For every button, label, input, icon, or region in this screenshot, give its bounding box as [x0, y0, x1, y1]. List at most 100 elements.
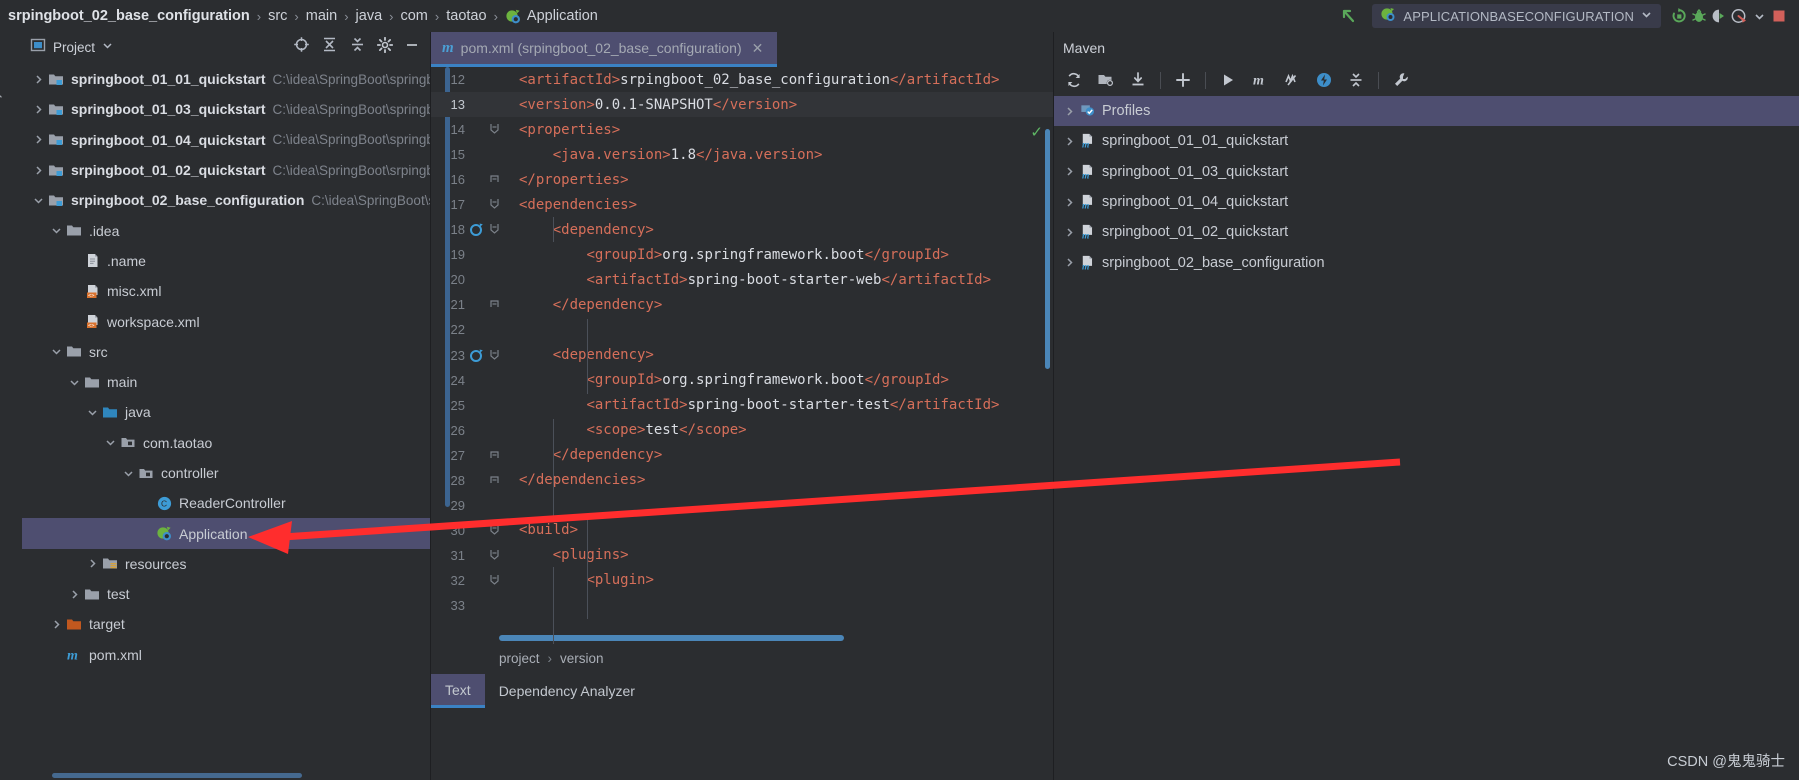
- chevron-right-icon[interactable]: [32, 133, 45, 146]
- chevron-right-icon[interactable]: [1063, 196, 1076, 209]
- code-line[interactable]: 30 <build>: [431, 518, 1053, 543]
- code-line[interactable]: 19 <groupId>org.springframework.boot</gr…: [431, 242, 1053, 267]
- project-horizontal-scrollbar[interactable]: [52, 773, 302, 778]
- reload-all-projects-icon[interactable]: [1059, 67, 1089, 93]
- code-line[interactable]: 16 </properties>: [431, 167, 1053, 192]
- chevron-right-icon[interactable]: [1063, 105, 1076, 118]
- code-line[interactable]: 20 <artifactId>spring-boot-starter-web</…: [431, 267, 1053, 292]
- code-line[interactable]: 24 <groupId>org.springframework.boot</gr…: [431, 368, 1053, 393]
- tree-node-application[interactable]: Application: [22, 518, 430, 549]
- fold-collapse-icon[interactable]: [487, 347, 501, 364]
- tree-node-test[interactable]: test: [22, 579, 430, 609]
- fold-collapse-icon[interactable]: [487, 522, 501, 539]
- code-line[interactable]: 12 <artifactId>srpingboot_02_base_configu…: [431, 67, 1053, 92]
- editor-bottom-tab-text[interactable]: Text: [431, 674, 485, 708]
- collapse-all-icon[interactable]: [349, 36, 366, 58]
- code-line[interactable]: 13 <version>0.0.1-SNAPSHOT</version>: [431, 92, 1053, 118]
- stop-icon[interactable]: [1769, 6, 1789, 26]
- editor-breadcrumb-item-project[interactable]: project: [499, 651, 540, 666]
- maven-tree-node-springboot-01-01-quickstart[interactable]: m springboot_01_01_quickstart: [1054, 126, 1799, 156]
- toggle-offline-icon[interactable]: [1309, 67, 1339, 93]
- code-line[interactable]: 22: [431, 317, 1053, 342]
- code-editor[interactable]: 12 <artifactId>srpingboot_02_base_configu…: [431, 67, 1053, 644]
- editor-breadcrumb-item-version[interactable]: version: [560, 651, 604, 666]
- chevron-right-icon[interactable]: [32, 164, 45, 177]
- tree-node-java[interactable]: java: [22, 397, 430, 427]
- chevron-down-icon[interactable]: [122, 467, 135, 480]
- add-maven-project-icon[interactable]: [1091, 67, 1121, 93]
- collapse-all-icon[interactable]: [1341, 67, 1371, 93]
- chevron-right-icon[interactable]: [32, 73, 45, 86]
- code-line[interactable]: 27 </dependency>: [431, 443, 1053, 468]
- tree-node-springboot-01-01-quickstart[interactable]: springboot_01_01_quickstart C:\idea\Sprin…: [22, 64, 430, 94]
- chevron-right-icon[interactable]: [68, 588, 81, 601]
- code-line[interactable]: 33: [431, 593, 1053, 618]
- code-line[interactable]: 21 </dependency>: [431, 292, 1053, 317]
- chevron-down-icon[interactable]: [1749, 6, 1769, 26]
- tree-node-springboot-01-04-quickstart[interactable]: springboot_01_04_quickstart C:\idea\Sprin…: [22, 125, 430, 155]
- breadcrumb-item-java[interactable]: java: [356, 8, 383, 24]
- tree-node-resources[interactable]: resources: [22, 549, 430, 579]
- profiler-icon[interactable]: [1729, 6, 1749, 26]
- chevron-right-icon[interactable]: [32, 103, 45, 116]
- chevron-right-icon[interactable]: [1063, 256, 1076, 269]
- maven-tree-node-springboot-01-03-quickstart[interactable]: m springboot_01_03_quickstart: [1054, 157, 1799, 187]
- chevron-right-icon[interactable]: [1063, 226, 1076, 239]
- breadcrumb-item-application[interactable]: Application: [505, 8, 598, 25]
- chevron-down-icon[interactable]: [50, 224, 63, 237]
- maven-tree-node-profiles[interactable]: Profiles: [1054, 96, 1799, 127]
- add-icon[interactable]: [1168, 67, 1198, 93]
- tree-node-main[interactable]: main: [22, 367, 430, 397]
- rerun-icon[interactable]: [1669, 6, 1689, 26]
- tree-node-com-taotao[interactable]: com.taotao: [22, 428, 430, 458]
- sidebar-item-project[interactable]: Project: [0, 56, 2, 116]
- execute-maven-goal-icon[interactable]: m: [1245, 67, 1275, 93]
- code-line[interactable]: 29: [431, 493, 1053, 518]
- tree-node-springboot-01-03-quickstart[interactable]: springboot_01_03_quickstart C:\idea\Sprin…: [22, 94, 430, 124]
- tree-node-workspace-xml[interactable]: <> workspace.xml: [22, 306, 430, 336]
- chevron-down-icon[interactable]: [86, 406, 99, 419]
- breadcrumb-item-src[interactable]: src: [268, 8, 287, 24]
- tree-node-target[interactable]: target: [22, 609, 430, 639]
- close-icon[interactable]: ✕: [752, 40, 764, 57]
- tree-node-misc-xml[interactable]: <> misc.xml: [22, 276, 430, 306]
- tree-node--idea[interactable]: .idea: [22, 215, 430, 245]
- breadcrumb-item-taotao[interactable]: taotao: [446, 8, 486, 24]
- run-configuration-selector[interactable]: APPLICATIONBASECONFIGURATION: [1372, 4, 1661, 28]
- tree-node-pom-xml[interactable]: m pom.xml: [22, 640, 430, 670]
- fold-end-icon[interactable]: [487, 447, 501, 464]
- fold-collapse-icon[interactable]: [487, 572, 501, 589]
- code-line[interactable]: 17 <dependencies>: [431, 192, 1053, 217]
- fold-end-icon[interactable]: [487, 296, 501, 313]
- code-line[interactable]: 23 <dependency>: [431, 343, 1053, 368]
- fold-collapse-icon[interactable]: [487, 221, 501, 238]
- chevron-right-icon[interactable]: [86, 557, 99, 570]
- code-line[interactable]: 18 <dependency>: [431, 217, 1053, 242]
- code-line[interactable]: 28 </dependencies>: [431, 468, 1053, 493]
- code-line[interactable]: 15 <java.version>1.8</java.version>: [431, 142, 1053, 167]
- tree-node-srpingboot-01-02-quickstart[interactable]: srpingboot_01_02_quickstart C:\idea\Sprin…: [22, 155, 430, 185]
- maven-dependency-gutter-icon[interactable]: [470, 222, 484, 237]
- download-sources-icon[interactable]: [1123, 67, 1153, 93]
- arrow-up-left-icon[interactable]: [1338, 6, 1358, 26]
- chevron-right-icon[interactable]: [1063, 135, 1076, 148]
- breadcrumb-item-com[interactable]: com: [400, 8, 427, 24]
- code-line[interactable]: 25 <artifactId>spring-boot-starter-test<…: [431, 393, 1053, 418]
- editor-bottom-tab-dependency-analyzer[interactable]: Dependency Analyzer: [485, 674, 649, 708]
- chevron-right-icon[interactable]: [50, 618, 63, 631]
- chevron-down-icon[interactable]: [68, 376, 81, 389]
- chevron-right-icon[interactable]: [1063, 165, 1076, 178]
- locate-icon[interactable]: [293, 36, 310, 58]
- tree-node-readercontroller[interactable]: C ReaderController: [22, 488, 430, 518]
- chevron-down-icon[interactable]: [102, 38, 113, 56]
- chevron-down-icon[interactable]: [104, 436, 117, 449]
- maven-tree-node-springboot-01-04-quickstart[interactable]: m springboot_01_04_quickstart: [1054, 187, 1799, 217]
- debug-icon[interactable]: [1689, 6, 1709, 26]
- code-line[interactable]: 26 <scope>test</scope>: [431, 418, 1053, 443]
- maven-settings-icon[interactable]: [1386, 67, 1416, 93]
- fold-collapse-icon[interactable]: [487, 121, 501, 138]
- run-with-coverage-icon[interactable]: [1709, 6, 1729, 26]
- code-line[interactable]: 14 <properties>: [431, 117, 1053, 142]
- breadcrumb-item-srpingboot-02-base-configuration[interactable]: srpingboot_02_base_configuration: [8, 8, 250, 24]
- editor-vertical-scrollbar[interactable]: [1045, 129, 1050, 369]
